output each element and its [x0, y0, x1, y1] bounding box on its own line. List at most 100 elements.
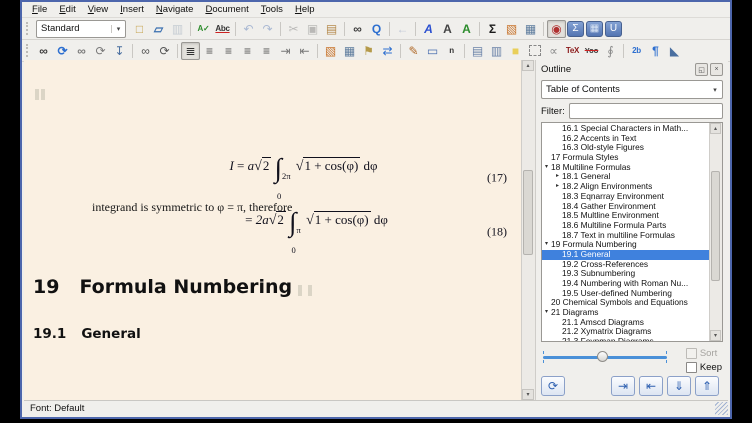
view-other-formats-button[interactable]: ∞: [136, 42, 155, 60]
menu-item[interactable]: Edit: [53, 4, 81, 15]
close-panel-button[interactable]: ×: [710, 63, 723, 76]
expand-arrow-icon[interactable]: ▾: [542, 308, 551, 318]
spellcheck-button[interactable]: A✓: [194, 20, 213, 38]
toolbar-handle[interactable]: [26, 44, 31, 57]
open-document-button[interactable]: ▱: [149, 20, 168, 38]
chevron-down-icon[interactable]: ▾: [111, 25, 125, 33]
menu-item[interactable]: View: [82, 4, 114, 15]
paste-button[interactable]: ▤: [322, 20, 341, 38]
depth-slider[interactable]: [541, 350, 669, 364]
toc-item[interactable]: 16.1 Special Characters in Math...: [542, 124, 710, 134]
zoom-button[interactable]: Q: [367, 20, 386, 38]
copy-button[interactable]: ▣: [303, 20, 322, 38]
toc-item[interactable]: ▾ 18 Multiline Formulas: [542, 163, 710, 173]
insert-hyperlink-button[interactable]: ∝: [544, 42, 563, 60]
insert-float-button[interactable]: ▭: [423, 42, 442, 60]
toc-item[interactable]: 18.7 Text in multiline Formulas: [542, 231, 710, 241]
demote-section-button[interactable]: ⇥: [611, 376, 635, 396]
insert-table-button[interactable]: ▦: [521, 20, 540, 38]
scroll-down-icon[interactable]: ▾: [710, 330, 721, 341]
save-document-button[interactable]: ▥: [168, 20, 187, 38]
float-panel-button[interactable]: ◱: [695, 63, 708, 76]
labeling-list-button[interactable]: ≡: [257, 42, 276, 60]
insert-nomenclature-button[interactable]: Yoo: [582, 42, 601, 60]
redo-button[interactable]: ↷: [258, 20, 277, 38]
resize-grip[interactable]: [715, 402, 728, 415]
toc-item[interactable]: 21.1 Amscd Diagrams: [542, 318, 710, 328]
toc-item[interactable]: 20 Chemical Symbols and Equations: [542, 298, 710, 308]
toc-item[interactable]: 16.2 Accents in Text: [542, 134, 710, 144]
update-master-button[interactable]: ⟳: [91, 42, 110, 60]
paragraph-style-button[interactable]: ≣: [181, 42, 200, 60]
insert-include-file-button[interactable]: ∮: [601, 42, 620, 60]
find-replace-button[interactable]: ∞: [348, 20, 367, 38]
tree-scrollbar[interactable]: ▴ ▾: [709, 123, 722, 341]
insert-label-button[interactable]: ⚑: [359, 42, 378, 60]
expand-arrow-icon[interactable]: ▾: [542, 163, 551, 173]
update-document-button[interactable]: ⟳: [53, 42, 72, 60]
menu-item[interactable]: Help: [289, 4, 321, 15]
view-master-button[interactable]: ∞: [72, 42, 91, 60]
language-button[interactable]: 2b: [627, 42, 646, 60]
toc-item[interactable]: 21.2 Xymatrix Diagrams: [542, 327, 710, 337]
scroll-up-icon[interactable]: ▴: [710, 123, 721, 134]
toc-item[interactable]: 18.5 Multline Environment: [542, 211, 710, 221]
document-statistics-button[interactable]: ◣: [665, 42, 684, 60]
menu-item[interactable]: File: [26, 4, 53, 15]
toc-item[interactable]: 19.1 General: [542, 250, 710, 260]
toc-item[interactable]: 21.3 Feynman Diagrams: [542, 337, 710, 341]
move-section-up-button[interactable]: ⇑: [695, 376, 719, 396]
menu-item[interactable]: Insert: [114, 4, 150, 15]
filter-input[interactable]: [569, 103, 723, 119]
noun-button[interactable]: A: [438, 20, 457, 38]
insert-marginal-note-button[interactable]: ▤: [468, 42, 487, 60]
expand-arrow-icon[interactable]: ▾: [542, 240, 551, 250]
move-section-down-button[interactable]: ⇓: [667, 376, 691, 396]
emphasis-button[interactable]: A: [419, 20, 438, 38]
toc-item[interactable]: ▾ 19 Formula Numbering: [542, 240, 710, 250]
insert-table-float-button[interactable]: ▦: [340, 42, 359, 60]
scrollbar-thumb[interactable]: [711, 171, 720, 281]
keep-checkbox[interactable]: Keep: [686, 362, 722, 373]
paragraph-style-combo[interactable]: Standard ▾: [36, 20, 126, 38]
sort-checkbox[interactable]: Sort: [686, 348, 722, 359]
index-inset[interactable]: [298, 285, 302, 296]
toggle-review-panel-button[interactable]: U: [604, 20, 623, 38]
insert-index-entry-button[interactable]: ✎: [404, 42, 423, 60]
insert-footnote-button[interactable]: n: [442, 42, 461, 60]
menu-item[interactable]: Navigate: [150, 4, 200, 15]
view-document-button[interactable]: ∞: [34, 42, 53, 60]
toc-item[interactable]: ▾ 21 Diagrams: [542, 308, 710, 318]
insert-figure-float-button[interactable]: ▧: [321, 42, 340, 60]
formula-18[interactable]: = 2a√2 ∫π0 √1 + cos(φ) dφ (18): [24, 212, 513, 252]
increase-depth-button[interactable]: ⇥: [276, 42, 295, 60]
toolbar-handle[interactable]: [26, 22, 31, 35]
update-other-formats-button[interactable]: ⟳: [155, 42, 174, 60]
bullet-list-button[interactable]: ≡: [219, 42, 238, 60]
undo-button[interactable]: ↶: [239, 20, 258, 38]
slider-handle[interactable]: [597, 351, 608, 362]
toc-item[interactable]: 19.3 Subnumbering: [542, 269, 710, 279]
insert-graphics-button[interactable]: ▧: [502, 20, 521, 38]
apply-style-button[interactable]: A: [457, 20, 476, 38]
toc-item[interactable]: 19.4 Numbering with Roman Nu...: [542, 279, 710, 289]
expand-arrow-icon[interactable]: ▸: [553, 172, 562, 182]
scrollbar-thumb[interactable]: [523, 170, 533, 255]
toc-item[interactable]: 16.3 Old-style Figures: [542, 143, 710, 153]
insert-box-button[interactable]: [525, 42, 544, 60]
toc-item[interactable]: 18.4 Gather Environment: [542, 202, 710, 212]
toc-item[interactable]: 18.6 Multiline Formula Parts: [542, 221, 710, 231]
insert-tex-code-button[interactable]: TeX: [563, 42, 582, 60]
insert-program-listing-button[interactable]: ▥: [487, 42, 506, 60]
description-list-button[interactable]: ≡: [238, 42, 257, 60]
decrease-depth-button[interactable]: ⇤: [295, 42, 314, 60]
export-button[interactable]: ↧: [110, 42, 129, 60]
index-inset[interactable]: [308, 285, 312, 296]
toc-item[interactable]: 17 Formula Styles: [542, 153, 710, 163]
new-document-button[interactable]: □: [130, 20, 149, 38]
insert-cross-reference-button[interactable]: ⇄: [378, 42, 397, 60]
toggle-math-panel-button[interactable]: Σ: [566, 20, 585, 38]
menu-item[interactable]: Tools: [255, 4, 289, 15]
expand-arrow-icon[interactable]: ▸: [553, 182, 562, 192]
formula-17[interactable]: I = a√2 ∫2π0 √1 + cos(φ) dφ (17): [24, 158, 513, 198]
